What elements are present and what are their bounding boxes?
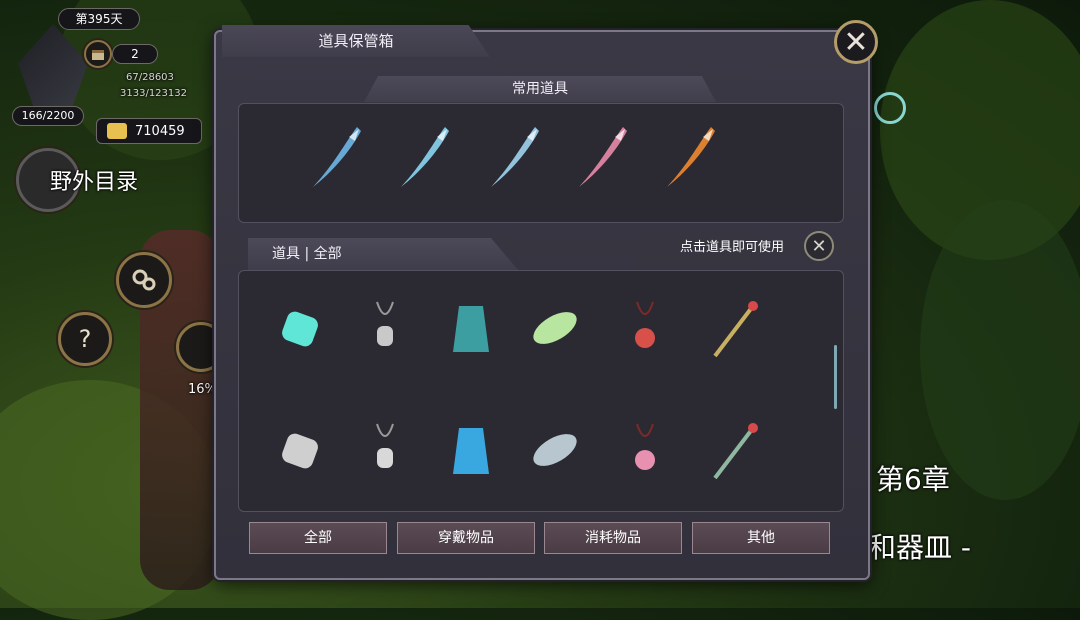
teal-robe-icon[interactable] [436,288,506,368]
ice-feather-blade-icon[interactable] [388,118,458,198]
gold-icon [107,123,127,139]
silver-amulet-icon[interactable] [350,288,420,368]
silver-sword-icon[interactable] [520,410,590,490]
tab-consumable[interactable]: 消耗物品 [544,522,682,554]
hp-counter: 166/2200 [12,106,84,126]
pink-feather-blade-icon[interactable] [566,118,636,198]
gold-amount: 710459 [135,124,185,139]
stat-a: 67/28603 [126,72,174,83]
usage-hint: 点击道具即可使用 [680,240,785,255]
close-icon: ✕ [811,235,827,257]
teal-gem-icon[interactable] [265,288,335,368]
flame-blade-icon[interactable] [654,118,724,198]
close-icon: ✕ [843,24,869,60]
location-marker-icon[interactable] [874,92,906,124]
pearl-amulet-icon[interactable] [350,410,420,490]
wild-menu-label[interactable]: 野外目录 [50,164,138,196]
help-button[interactable]: ? [58,312,112,366]
stone-tablet-icon[interactable] [700,410,770,490]
flower-staff-icon[interactable] [700,288,770,368]
chapter-label: 第6章 [876,463,950,496]
tab-all[interactable]: 全部 [249,522,387,554]
items-title: 道具 | 全部 [248,238,518,270]
tab-wearable[interactable]: 穿戴物品 [397,522,535,554]
winged-necklace-icon[interactable] [265,410,335,490]
gold-counter: 710459 [96,118,202,144]
panel-title: 道具保管箱 [222,25,490,57]
tree-foliage [920,200,1080,500]
blue-feather-blade-icon[interactable] [300,118,370,198]
progress-percent: 16% [188,382,217,397]
calendar-count: 2 [112,44,158,64]
pink-blade-icon[interactable] [610,410,680,490]
green-leaf-icon[interactable] [520,288,590,368]
day-counter: 第395天 [58,8,140,30]
help-icon: ? [78,325,92,353]
calendar-icon [84,40,112,68]
hint-close-button[interactable]: ✕ [804,231,834,261]
frost-blade-icon[interactable] [478,118,548,198]
chapter-subtitle: 和器皿 - [868,531,972,564]
items-scrollbar[interactable] [834,345,837,409]
red-pendant-icon[interactable] [610,288,680,368]
close-button[interactable]: ✕ [834,20,878,64]
blue-crystal-icon[interactable] [436,410,506,490]
favorites-title: 常用道具 [364,76,716,102]
settings-gear-icon[interactable] [116,252,172,308]
tab-other[interactable]: 其他 [692,522,830,554]
stat-b: 3133/123132 [120,88,187,99]
